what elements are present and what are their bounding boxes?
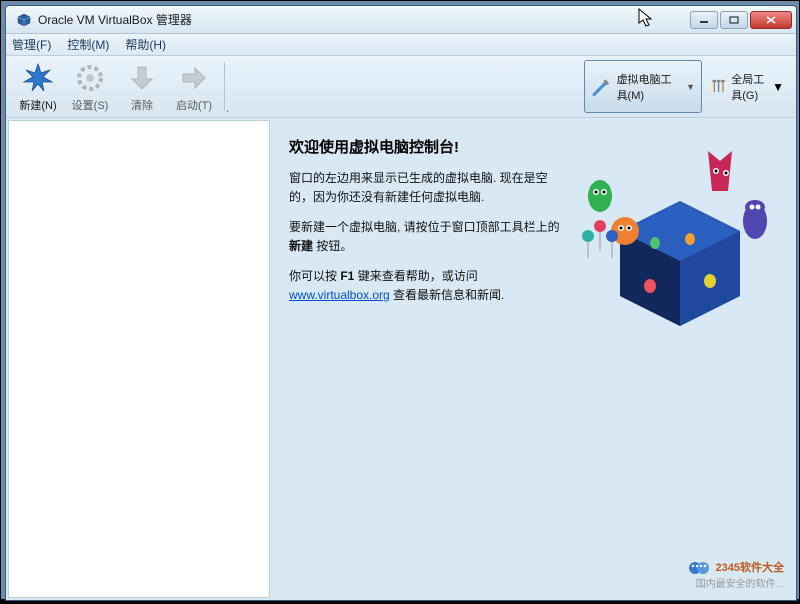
app-window: Oracle VM VirtualBox 管理器 管理(F) 控制(M) 帮助(…: [5, 5, 797, 601]
menu-control[interactable]: 控制(M): [67, 36, 109, 53]
new-button[interactable]: 新建(N): [12, 56, 64, 117]
maximize-button[interactable]: [720, 11, 748, 29]
global-tools-button[interactable]: 全局工具(G) ▼: [704, 60, 790, 113]
watermark-icon: [688, 560, 712, 576]
virtualbox-link[interactable]: www.virtualbox.org: [289, 288, 390, 302]
start-label: 启动(T): [176, 97, 212, 113]
settings-button: 设置(S): [64, 56, 116, 117]
mascot-artwork: [570, 136, 790, 356]
starburst-icon: [21, 61, 55, 95]
start-button: 启动(T): [168, 56, 220, 117]
discard-label: 清除: [131, 97, 153, 113]
screwdriver-icon: [591, 73, 613, 101]
toolbar: 新建(N) 设置(S) 清除 启动(T): [6, 56, 796, 118]
virtualbox-icon: [16, 12, 32, 28]
welcome-pane: 欢迎使用虚拟电脑控制台! 窗口的左边用来显示已生成的虚拟电脑. 现在是空的，因为…: [271, 118, 796, 600]
welcome-p3: 你可以按 F1 键来查看帮助，或访问 www.virtualbox.org 查看…: [289, 267, 569, 304]
menu-help[interactable]: 帮助(H): [125, 36, 166, 53]
vm-tools-label: 虚拟电脑工具(M): [617, 71, 681, 103]
menu-file[interactable]: 管理(F): [12, 36, 51, 53]
chevron-down-icon: ▼: [686, 82, 695, 92]
titlebar[interactable]: Oracle VM VirtualBox 管理器: [6, 6, 796, 34]
close-button[interactable]: [750, 11, 792, 29]
gear-icon: [73, 61, 107, 95]
menubar: 管理(F) 控制(M) 帮助(H): [6, 34, 796, 56]
divider: [224, 62, 225, 111]
chevron-down-icon: ▼: [772, 80, 784, 94]
arrow-right-icon: [177, 61, 211, 95]
arrow-down-icon: [125, 61, 159, 95]
new-label: 新建(N): [19, 97, 56, 113]
watermark: 2345软件大全 国内最安全的软件...: [688, 560, 784, 592]
window-title: Oracle VM VirtualBox 管理器: [38, 11, 690, 28]
settings-label: 设置(S): [72, 97, 109, 113]
discard-button: 清除: [116, 56, 168, 117]
global-tools-label: 全局工具(G): [731, 71, 768, 103]
tools-icon: [710, 73, 727, 101]
vm-list-sidebar[interactable]: [8, 120, 270, 598]
vm-tools-button[interactable]: 虚拟电脑工具(M) ▼: [584, 60, 702, 113]
welcome-p2: 要新建一个虚拟电脑, 请按位于窗口顶部工具栏上的 新建 按钮。: [289, 218, 569, 255]
welcome-p1: 窗口的左边用来显示已生成的虚拟电脑. 现在是空的，因为你还没有新建任何虚拟电脑.: [289, 169, 569, 206]
minimize-button[interactable]: [690, 11, 718, 29]
